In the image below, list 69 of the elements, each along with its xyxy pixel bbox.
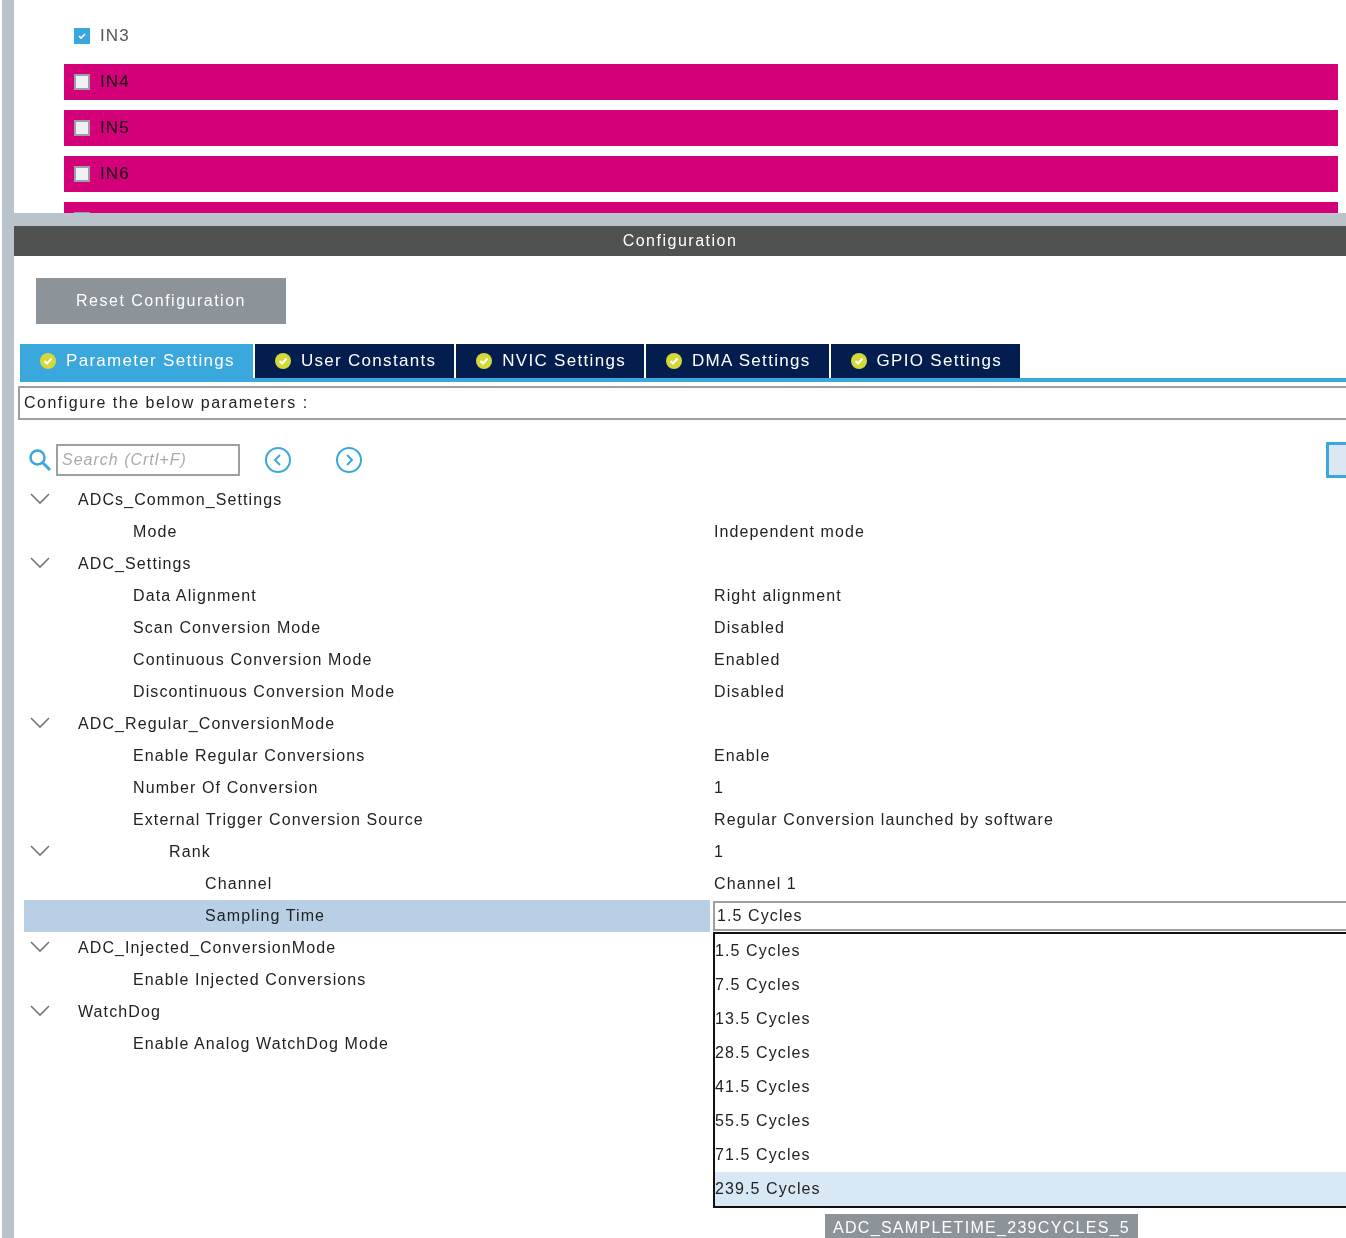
parameter-value: Regular Conversion launched by software (714, 810, 1054, 830)
parameter-label[interactable]: Enable Analog WatchDog Mode (133, 1032, 389, 1056)
check-circle-icon (665, 353, 682, 369)
dropdown-option[interactable]: 55.5 Cycles (715, 1104, 1346, 1138)
parameter-value: 1 (714, 842, 724, 862)
parameter-value: Enabled (714, 650, 781, 670)
parameter-label[interactable]: Data Alignment (133, 584, 257, 608)
search-icon (28, 448, 52, 472)
tooltip: ADC_SAMPLETIME_239CYCLES_5 (825, 1214, 1139, 1238)
dropdown-option[interactable]: 239.5 Cycles (715, 1172, 1346, 1206)
channel-label: IN5 (100, 117, 130, 140)
check-circle-icon (274, 353, 291, 369)
dropdown-option[interactable]: 41.5 Cycles (715, 1070, 1346, 1104)
checkbox[interactable] (74, 120, 90, 136)
channel-label: IN6 (100, 163, 130, 186)
group-label[interactable]: WatchDog (78, 1000, 161, 1024)
check-circle-icon (476, 353, 493, 369)
group-label[interactable]: ADC_Settings (78, 552, 192, 576)
chevron-icon[interactable] (30, 1005, 50, 1017)
tab[interactable]: NVIC Settings (456, 344, 644, 378)
parameter-value: 1 (714, 778, 724, 798)
parameter-value: Enable (714, 746, 771, 766)
parameter-value: Disabled (714, 618, 786, 638)
parameter-label[interactable]: Channel (205, 872, 273, 896)
parameter-value: Disabled (714, 682, 786, 702)
next-button[interactable] (335, 446, 363, 474)
parameter-label[interactable]: Enable Injected Conversions (133, 968, 367, 992)
dropdown-option[interactable]: 13.5 Cycles (715, 1002, 1346, 1036)
channel-label: IN4 (100, 71, 130, 94)
check-circle-icon (850, 353, 867, 369)
checkbox[interactable] (74, 28, 90, 44)
dropdown-field[interactable]: 1.5 Cycles (713, 901, 1346, 931)
instruction-text: Configure the below parameters : (18, 386, 1346, 420)
parameter-value: Channel 1 (714, 874, 797, 894)
channel-label: IN3 (100, 25, 130, 48)
parameter-label[interactable]: Discontinuous Conversion Mode (133, 680, 396, 704)
parameter-label[interactable]: Mode (133, 520, 178, 544)
tab[interactable]: DMA Settings (645, 344, 829, 378)
checkbox[interactable] (74, 166, 90, 182)
dropdown-option[interactable]: 71.5 Cycles (715, 1138, 1346, 1172)
parameter-label[interactable]: Scan Conversion Mode (133, 616, 322, 640)
parameter-value: Independent mode (714, 522, 866, 542)
check-circle-icon (40, 353, 56, 369)
check-icon (77, 31, 87, 41)
parameter-label[interactable]: External Trigger Conversion Source (133, 808, 424, 832)
parameter-label[interactable]: Continuous Conversion Mode (133, 648, 373, 672)
chevron-icon[interactable] (30, 557, 50, 569)
dropdown-option[interactable]: 1.5 Cycles (715, 934, 1346, 968)
tab[interactable]: GPIO Settings (830, 344, 1021, 378)
chevron-icon[interactable] (30, 493, 50, 505)
parameter-value: Right alignment (714, 586, 842, 606)
parameter-label[interactable]: Enable Regular Conversions (133, 744, 366, 768)
group-label[interactable]: ADC_Injected_ConversionMode (78, 936, 337, 960)
parameter-label[interactable]: Number Of Conversion (133, 776, 319, 800)
chevron-icon[interactable] (30, 717, 50, 729)
group-label[interactable]: Rank (169, 840, 211, 864)
group-label[interactable]: ADCs_Common_Settings (78, 488, 283, 512)
parameter-label[interactable]: Sampling Time (205, 904, 326, 928)
group-label[interactable]: ADC_Regular_ConversionMode (78, 712, 336, 736)
toolbar-button[interactable] (1326, 442, 1346, 478)
dropdown-option[interactable]: 7.5 Cycles (715, 968, 1346, 1002)
previous-button[interactable] (264, 446, 292, 474)
panel-title: Configuration (14, 226, 1346, 256)
chevron-icon[interactable] (30, 845, 50, 857)
tab[interactable]: User Constants (254, 344, 455, 378)
search-field[interactable]: Search (Crtl+F) (56, 444, 240, 476)
chevron-icon[interactable] (30, 941, 50, 953)
checkbox[interactable] (74, 74, 90, 90)
dropdown-option[interactable]: 28.5 Cycles (715, 1036, 1346, 1070)
